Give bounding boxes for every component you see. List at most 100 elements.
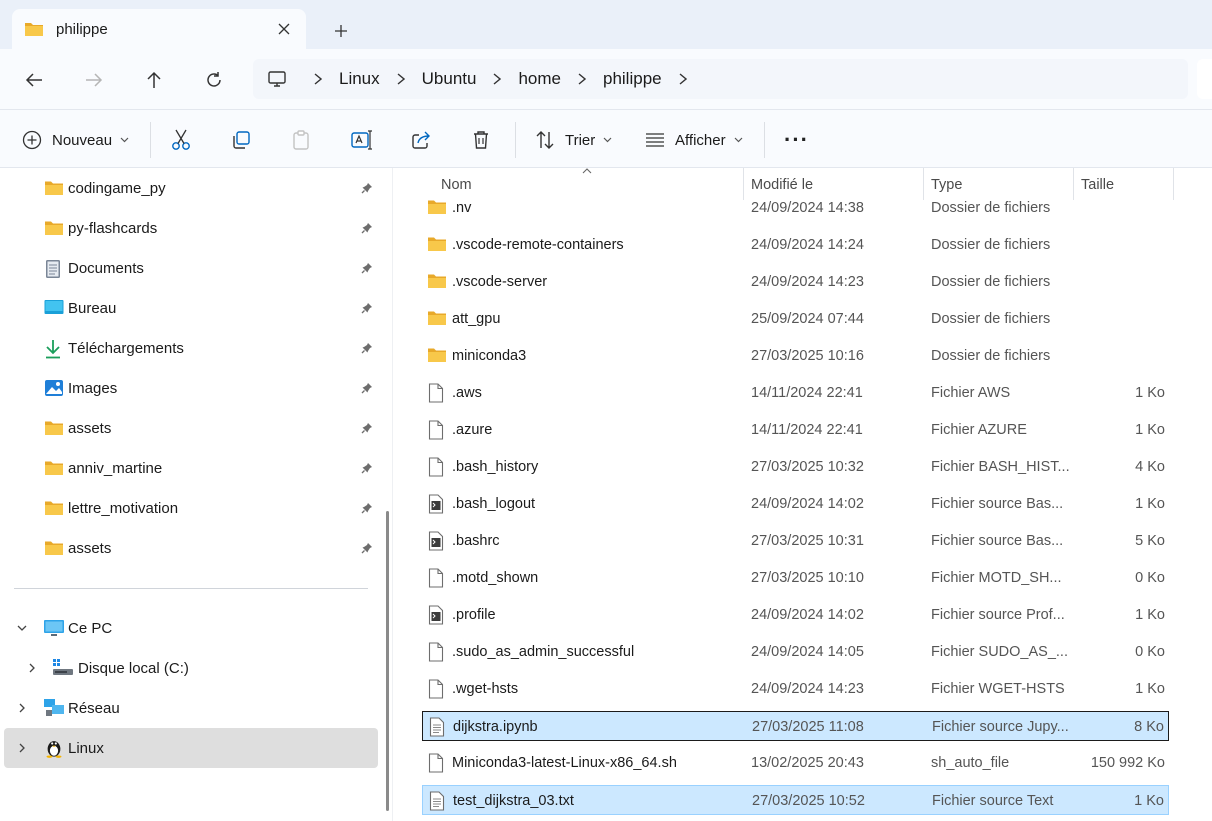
script-file-icon [427, 531, 447, 551]
text-file-icon [428, 791, 448, 811]
pin-icon[interactable] [361, 422, 373, 434]
cut-button[interactable] [171, 124, 191, 156]
sidebar-item-label: lettre_motivation [68, 500, 179, 517]
pin-icon[interactable] [361, 182, 373, 194]
pin-icon[interactable] [361, 542, 373, 554]
file-name: .bash_history [452, 459, 539, 475]
sort-ascending-icon [582, 168, 592, 174]
sidebar-item-assets[interactable]: assets [0, 410, 380, 446]
chevron-right-icon[interactable] [575, 72, 589, 86]
sidebar-item-network[interactable]: Réseau [0, 688, 380, 728]
sidebar-item-linux[interactable]: Linux [4, 728, 378, 768]
file-name: test_dijkstra_03.txt [453, 793, 574, 809]
network-icon [44, 699, 64, 716]
file-row[interactable]: .wget-hsts 24/09/2024 14:23 Fichier WGET-H… [422, 674, 1169, 704]
new-button[interactable]: Nouveau [22, 124, 129, 156]
chevron-right-icon[interactable] [26, 662, 38, 674]
pin-icon[interactable] [361, 262, 373, 274]
sidebar-scrollbar[interactable] [386, 511, 389, 811]
file-type: Fichier WGET-HSTS [931, 681, 1065, 697]
file-row[interactable]: Miniconda3-latest-Linux-x86_64.sh 13/02/2… [422, 748, 1169, 778]
breadcrumb-home[interactable]: home [518, 69, 561, 89]
folder-icon [427, 272, 447, 292]
sidebar-item-anniv-martine[interactable]: anniv_martine [0, 450, 380, 486]
sidebar-item-label: Réseau [68, 700, 120, 717]
file-row[interactable]: miniconda3 27/03/2025 10:16 Dossier de fic… [422, 341, 1169, 371]
sidebar-item-t-l-chargements[interactable]: Téléchargements [0, 330, 380, 366]
sort-button[interactable]: Trier [535, 124, 612, 156]
file-row[interactable]: .vscode-server 24/09/2024 14:23 Dossier de… [422, 267, 1169, 297]
sidebar-item-this-pc[interactable]: Ce PC [0, 608, 380, 648]
chevron-right-icon[interactable] [16, 702, 28, 714]
chevron-right-icon[interactable] [16, 742, 28, 754]
sidebar-item-lettre-motivation[interactable]: lettre_motivation [0, 490, 380, 526]
rename-button[interactable] [351, 124, 373, 156]
tab-philippe[interactable]: philippe [12, 9, 306, 49]
file-icon [427, 420, 447, 440]
breadcrumb-ubuntu[interactable]: Ubuntu [422, 69, 477, 89]
search-box[interactable] [1197, 59, 1212, 99]
file-icon [427, 642, 447, 662]
chevron-right-icon[interactable] [311, 72, 325, 86]
paste-button[interactable] [291, 124, 311, 156]
file-row[interactable]: .motd_shown 27/03/2025 10:10 Fichier MOTD_… [422, 563, 1169, 593]
file-row[interactable]: att_gpu 25/09/2024 07:44 Dossier de fichie… [422, 304, 1169, 334]
chevron-down-icon[interactable] [16, 622, 28, 634]
sidebar-item-images[interactable]: Images [0, 370, 380, 406]
sidebar-item-assets[interactable]: assets [0, 530, 380, 566]
chevron-right-icon[interactable] [394, 72, 408, 86]
sidebar-item-documents[interactable]: Documents [0, 250, 380, 286]
address-bar[interactable]: Linux Ubuntu home philippe [253, 59, 1188, 99]
pin-icon[interactable] [361, 502, 373, 514]
file-row[interactable]: .profile 24/09/2024 14:02 Fichier source P… [422, 600, 1169, 630]
pin-icon[interactable] [361, 222, 373, 234]
view-button[interactable]: Afficher [645, 124, 743, 156]
file-size: 5 Ko [1135, 533, 1165, 549]
sidebar-scroll-track[interactable] [392, 168, 400, 821]
pin-icon[interactable] [361, 342, 373, 354]
copy-button[interactable] [231, 124, 251, 156]
refresh-button[interactable] [198, 64, 230, 96]
breadcrumb-linux[interactable]: Linux [339, 69, 380, 89]
delete-button[interactable] [471, 124, 491, 156]
pin-icon[interactable] [361, 462, 373, 474]
file-row[interactable]: .bash_history 27/03/2025 10:32 Fichier BAS… [422, 452, 1169, 482]
sort-button-label: Trier [565, 131, 596, 149]
file-modified: 24/09/2024 14:38 [751, 200, 864, 216]
share-button[interactable] [411, 124, 431, 156]
file-size: 150 992 Ko [1090, 755, 1165, 771]
breadcrumb-philippe[interactable]: philippe [603, 69, 662, 89]
new-tab-button[interactable] [328, 18, 354, 44]
tab-title: philippe [56, 20, 108, 38]
close-tab-icon[interactable] [274, 19, 294, 39]
folder-icon [44, 179, 64, 197]
file-modified: 24/09/2024 14:02 [751, 496, 864, 512]
chevron-right-icon[interactable] [676, 72, 690, 86]
file-type: Fichier source Prof... [931, 607, 1065, 623]
more-options-button[interactable]: ··· [784, 124, 809, 156]
text-file-icon [428, 717, 448, 737]
file-row[interactable]: .nv 24/09/2024 14:38 Dossier de fichiers [422, 193, 1169, 223]
file-modified: 14/11/2024 22:41 [751, 422, 863, 438]
file-row[interactable]: .aws 14/11/2024 22:41 Fichier AWS 1 Ko [422, 378, 1169, 408]
file-row[interactable]: test_dijkstra_03.txt 27/03/2025 10:52 Fich… [422, 785, 1169, 815]
pin-icon[interactable] [361, 302, 373, 314]
file-size: 1 Ko [1135, 422, 1165, 438]
file-row[interactable]: .bashrc 27/03/2025 10:31 Fichier source Ba… [422, 526, 1169, 556]
sidebar-item-codingame-py[interactable]: codingame_py [0, 170, 380, 206]
sidebar-item-bureau[interactable]: Bureau [0, 290, 380, 326]
sidebar-item-py-flashcards[interactable]: py-flashcards [0, 210, 380, 246]
refresh-icon [207, 72, 221, 87]
forward-button[interactable] [78, 64, 110, 96]
file-icon [427, 679, 447, 699]
file-row[interactable]: dijkstra.ipynb 27/03/2025 11:08 Fichier so… [422, 711, 1169, 741]
file-row[interactable]: .bash_logout 24/09/2024 14:02 Fichier sour… [422, 489, 1169, 519]
file-row[interactable]: .azure 14/11/2024 22:41 Fichier AZURE 1 Ko [422, 415, 1169, 445]
pin-icon[interactable] [361, 382, 373, 394]
file-row[interactable]: .vscode-remote-containers 24/09/2024 14:2… [422, 230, 1169, 260]
sidebar-item-local-disk[interactable]: Disque local (C:) [0, 648, 380, 688]
file-row[interactable]: .sudo_as_admin_successful 24/09/2024 14:0… [422, 637, 1169, 667]
chevron-right-icon[interactable] [490, 72, 504, 86]
back-button[interactable] [18, 64, 50, 96]
up-button[interactable] [138, 64, 170, 96]
